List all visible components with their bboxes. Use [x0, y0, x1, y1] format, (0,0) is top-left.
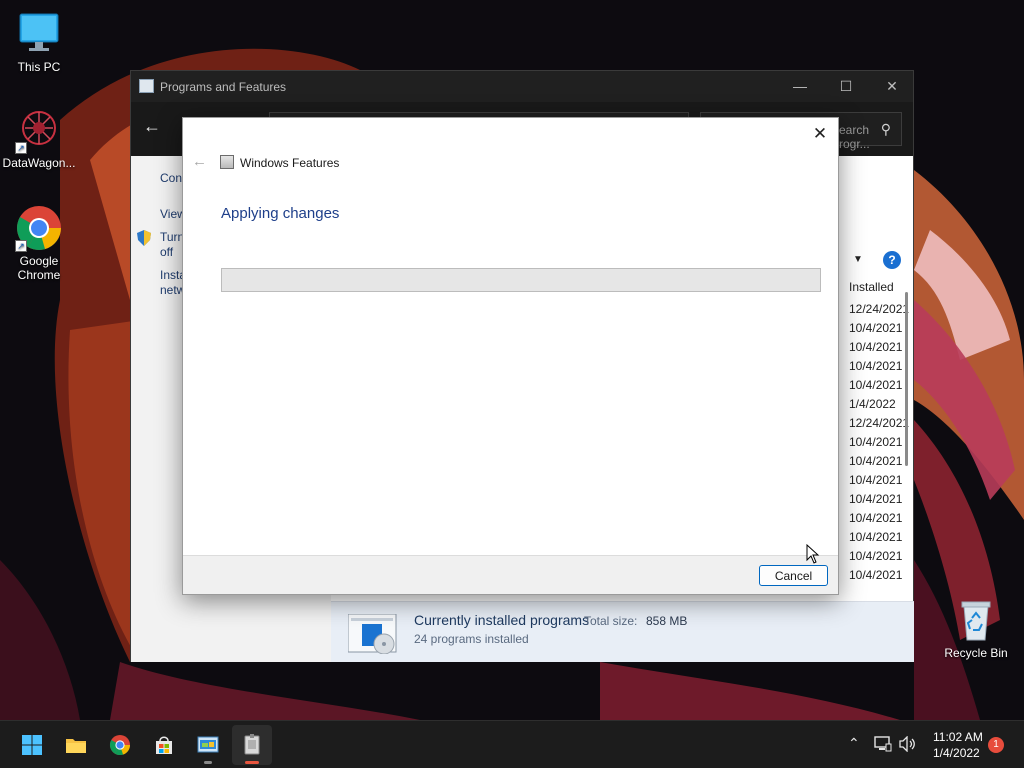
active-indicator	[245, 761, 259, 764]
desktop-icon-google-chrome[interactable]: ↗ Google Chrome	[0, 204, 78, 282]
shortcut-arrow-icon: ↗	[15, 240, 27, 252]
view-dropdown-icon[interactable]: ▼	[853, 254, 863, 265]
taskbar: ⌃ 11:02 AM 1/4/2022 1	[0, 720, 1024, 768]
windows-features-icon	[220, 155, 234, 169]
help-icon[interactable]: ?	[883, 251, 901, 269]
window-titlebar[interactable]: Programs and Features — ☐ ✕	[131, 71, 913, 102]
clock-time[interactable]: 11:02 AM	[933, 730, 983, 744]
installed-on-cell[interactable]: 10/4/2021	[849, 568, 902, 582]
taskbar-chrome[interactable]	[100, 725, 140, 765]
desktop-icon-label: DataWagon...	[2, 156, 76, 170]
dialog-title: Windows Features	[240, 156, 340, 170]
network-icon[interactable]	[874, 736, 892, 755]
installed-on-cell[interactable]: 10/4/2021	[849, 321, 902, 335]
status-heading: Applying changes	[221, 205, 340, 222]
mouse-cursor-icon	[806, 544, 820, 564]
windows-features-icon	[244, 734, 260, 755]
maximize-button[interactable]: ☐	[823, 71, 869, 102]
link-turn-windows-features[interactable]: Turn	[160, 230, 184, 245]
progress-bar	[221, 268, 821, 292]
shortcut-arrow-icon: ↗	[15, 142, 27, 154]
desktop-icon-datawagon[interactable]: ↗ DataWagon...	[0, 106, 78, 170]
recycle-bin-icon	[952, 596, 1000, 644]
link-turn-windows-features-line2[interactable]: off	[160, 245, 173, 260]
column-header-installed-on[interactable]: Installed	[849, 280, 894, 294]
desktop-icon-label: Google Chrome	[17, 254, 61, 282]
desktop-icon-recycle-bin[interactable]: Recycle Bin	[936, 596, 1016, 660]
desktop-icon-label: Recycle Bin	[944, 646, 1008, 660]
start-button[interactable]	[12, 725, 52, 765]
running-indicator	[204, 761, 212, 764]
chrome-icon: ↗	[15, 204, 63, 252]
window-title: Programs and Features	[160, 80, 287, 94]
volume-icon[interactable]	[898, 735, 916, 755]
installed-on-cell[interactable]: 10/4/2021	[849, 435, 902, 449]
back-arrow-icon: ←	[192, 153, 207, 170]
chrome-icon	[109, 735, 130, 756]
total-size-label: Total size:	[584, 614, 638, 628]
installed-on-cell[interactable]: 10/4/2021	[849, 340, 902, 354]
installed-on-cell[interactable]: 10/4/2021	[849, 530, 902, 544]
installed-on-cell[interactable]: 10/4/2021	[849, 511, 902, 525]
control-panel-icon	[197, 736, 219, 753]
search-icon: ⚲	[880, 121, 891, 137]
vertical-scrollbar[interactable]	[905, 292, 908, 466]
datawagon-icon: ↗	[15, 106, 63, 154]
installed-on-cell[interactable]: 10/4/2021	[849, 359, 902, 373]
cancel-button[interactable]: Cancel	[759, 565, 828, 586]
installed-on-cell[interactable]: 1/4/2022	[849, 397, 896, 411]
back-arrow-icon[interactable]: ←	[143, 116, 161, 137]
dialog-footer: Cancel	[183, 555, 838, 594]
show-hidden-icons-chevron-icon[interactable]: ⌃	[848, 735, 860, 752]
programs-count: 24 programs installed	[414, 632, 529, 646]
taskbar-windows-features[interactable]	[232, 725, 272, 765]
monitor-icon	[15, 10, 63, 58]
installed-on-cell[interactable]: 10/4/2021	[849, 473, 902, 487]
windows-start-icon	[22, 735, 42, 755]
installed-programs-icon	[347, 613, 400, 655]
clock-date[interactable]: 1/4/2022	[933, 746, 980, 760]
uac-shield-icon	[137, 230, 151, 249]
notification-badge[interactable]: 1	[988, 737, 1004, 753]
installed-on-cell[interactable]: 10/4/2021	[849, 492, 902, 506]
taskbar-control-panel[interactable]	[188, 725, 228, 765]
control-panel-icon	[139, 79, 154, 93]
dialog-close-button[interactable]: ✕	[808, 122, 832, 146]
status-title: Currently installed programs	[414, 612, 590, 628]
minimize-button[interactable]: —	[777, 71, 823, 102]
taskbar-file-explorer[interactable]	[56, 725, 96, 765]
installed-on-cell[interactable]: 10/4/2021	[849, 378, 902, 392]
status-bar: Currently installed programs Total size:…	[331, 601, 914, 662]
desktop-icon-this-pc[interactable]: This PC	[0, 10, 78, 74]
installed-on-cell[interactable]: 12/24/2021	[849, 416, 909, 430]
windows-features-dialog[interactable]: ✕ ← Windows Features Applying changes Ca…	[182, 117, 839, 595]
folder-icon	[66, 739, 86, 753]
total-size-value: 858 MB	[646, 614, 688, 628]
installed-on-cell[interactable]: 10/4/2021	[849, 454, 902, 468]
installed-on-cell[interactable]: 10/4/2021	[849, 549, 902, 563]
taskbar-store[interactable]	[144, 725, 184, 765]
close-button[interactable]: ✕	[869, 71, 915, 102]
desktop-icon-label: This PC	[17, 60, 61, 74]
store-icon	[156, 736, 172, 754]
installed-on-cell[interactable]: 12/24/2021	[849, 302, 909, 316]
